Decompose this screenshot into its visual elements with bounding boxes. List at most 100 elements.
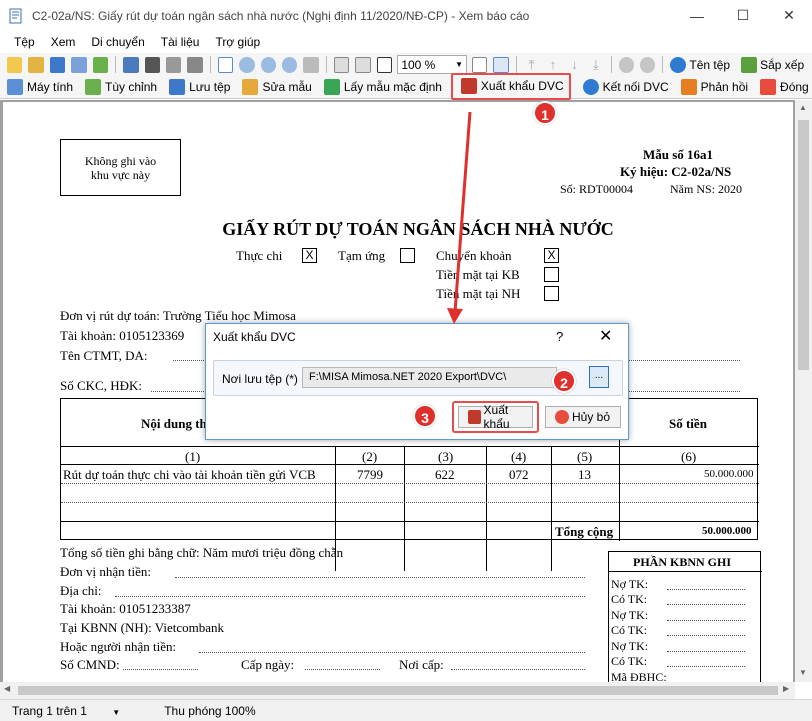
rename-file-label: Tên tệp xyxy=(689,57,731,72)
toolbar-primary: 100 % ▼ ⤒ ↑ ↓ ⤓ Tên tệp Sắp xếp xyxy=(0,53,812,76)
export-icon xyxy=(468,410,481,424)
scroll-right-icon[interactable]: ▶ xyxy=(783,684,789,693)
advance-label: Tạm ứng xyxy=(338,248,386,263)
next-page-icon[interactable]: ↓ xyxy=(567,57,582,73)
export-dvc-label: Xuất khẩu DVC xyxy=(480,79,564,93)
horizontal-scrollbar[interactable]: ◀ ▶ xyxy=(0,682,795,699)
first-page-icon[interactable]: ⤒ xyxy=(524,57,539,73)
browse-button[interactable]: ... xyxy=(589,366,609,388)
vertical-scrollbar[interactable]: ▲ ▼ xyxy=(795,100,812,682)
rename-file-button[interactable]: Tên tệp xyxy=(667,56,731,73)
close-report-button[interactable]: Đóng xyxy=(757,79,809,95)
menu-navigate[interactable]: Di chuyển xyxy=(91,35,144,49)
power-icon xyxy=(760,79,777,95)
kbnn-title: PHẦN KBNN GHI xyxy=(633,555,732,569)
kbnn-row-6: Có TK: xyxy=(611,654,648,668)
row1-col5: 13 xyxy=(578,467,591,482)
open-file-icon[interactable] xyxy=(28,56,44,73)
app-icon xyxy=(9,8,22,23)
zoom-value: 100 % xyxy=(401,57,436,72)
edit-template-button[interactable]: Sửa mẫu xyxy=(239,79,312,95)
save-file-button[interactable]: Lưu tệp xyxy=(166,79,230,95)
amount-in-words: Tổng số tiền ghi bằng chữ: Năm mươi triệ… xyxy=(60,545,344,560)
page-width-icon[interactable] xyxy=(333,56,350,73)
calculator-label: Máy tính xyxy=(27,80,74,94)
row1-amount: 50.000.000 xyxy=(704,468,754,480)
scroll-up-icon[interactable]: ▲ xyxy=(799,103,807,112)
calculator-button[interactable]: Máy tính xyxy=(4,79,73,95)
print-icon[interactable] xyxy=(144,56,160,73)
close-window-button[interactable]: ✕ xyxy=(766,0,812,31)
multi-page-icon[interactable] xyxy=(493,56,509,73)
print-preview-icon[interactable] xyxy=(123,56,139,73)
sort-label: Sắp xếp xyxy=(760,57,805,72)
dialog-close-button[interactable]: ✕ xyxy=(599,326,612,346)
zoom-select[interactable]: 100 % ▼ xyxy=(397,55,467,74)
previous-page-icon[interactable]: ↑ xyxy=(545,57,560,73)
maximize-button[interactable]: ☐ xyxy=(720,0,766,31)
row1-content: Rút dự toán thực chi vào tài khoản tiền … xyxy=(63,467,316,482)
help-icon[interactable]: ? xyxy=(556,329,563,344)
sort-button[interactable]: Sắp xếp xyxy=(738,56,805,73)
doc-title: GIẤY RÚT DỰ TOÁN NGÂN SÁCH NHÀ NƯỚC xyxy=(222,219,614,239)
zoom-in-icon[interactable] xyxy=(260,56,277,73)
export-button[interactable]: Xuất khẩu xyxy=(458,403,533,431)
menu-help[interactable]: Trợ giúp xyxy=(215,35,260,49)
minimize-button[interactable]: — xyxy=(674,0,720,31)
feedback-button[interactable]: Phản hồi xyxy=(678,79,748,95)
connect-dvc-button[interactable]: Kết nối DVC xyxy=(580,79,669,95)
folder-open-icon[interactable] xyxy=(7,56,23,73)
page-setup-icon[interactable] xyxy=(165,56,182,73)
find-icon[interactable] xyxy=(187,56,203,73)
whole-page-icon[interactable] xyxy=(355,56,371,73)
save-icon[interactable] xyxy=(49,56,66,73)
folder-path-input[interactable]: F:\MISA Mimosa.NET 2020 Export\DVC\ xyxy=(302,367,557,388)
customize-label: Tùy chỉnh xyxy=(105,80,158,94)
col-num-2: (2) xyxy=(362,449,378,464)
kbnn-row-5: Nợ TK: xyxy=(611,639,649,653)
or-person-label: Hoặc người nhận tiền: xyxy=(60,639,177,654)
page-indicator[interactable]: Trang 1 trên 1 ▼ xyxy=(12,704,142,718)
undo-icon xyxy=(323,79,340,95)
customize-button[interactable]: Tùy chỉnh xyxy=(82,79,157,95)
export-button-label: Xuất khẩu xyxy=(483,403,510,431)
save-file-icon xyxy=(169,79,186,95)
save-file-label: Lưu tệp xyxy=(189,80,231,94)
actual-size-icon[interactable] xyxy=(376,56,393,73)
scroll-down-icon[interactable]: ▼ xyxy=(799,668,807,677)
info-icon xyxy=(670,56,687,73)
export-dvc-button[interactable]: Xuất khẩu DVC xyxy=(450,72,571,100)
chevron-down-icon: ▼ xyxy=(112,707,121,717)
total-label: Tổng cộng xyxy=(555,524,614,539)
last-page-icon[interactable]: ⤓ xyxy=(588,57,603,73)
export-icon[interactable] xyxy=(71,56,87,73)
default-template-button[interactable]: Lấy mẫu mặc định xyxy=(321,79,442,95)
no-write-line-2: khu vực này xyxy=(90,167,151,182)
advance-checkbox xyxy=(400,248,415,263)
cancel-button[interactable]: Hủy bỏ xyxy=(545,406,621,428)
forward-icon[interactable] xyxy=(640,56,656,73)
hand-tool-icon[interactable] xyxy=(217,56,234,73)
zoom-out-icon[interactable] xyxy=(282,56,298,73)
title-bar: C2-02a/NS: Giấy rút dự toán ngân sách nh… xyxy=(0,0,812,31)
send-icon[interactable] xyxy=(92,56,109,73)
scroll-left-icon[interactable]: ◀ xyxy=(4,684,10,693)
vertical-scroll-thumb[interactable] xyxy=(798,120,809,370)
folder-label: Nơi lưu tệp (*) xyxy=(222,372,298,386)
zoom-icon[interactable] xyxy=(239,56,255,73)
menu-bar: Tệp Xem Di chuyển Tài liệu Trợ giúp xyxy=(0,31,812,53)
menu-file[interactable]: Tệp xyxy=(14,35,35,49)
single-page-icon[interactable] xyxy=(471,56,488,73)
zoom-fit-icon[interactable] xyxy=(303,56,319,73)
ckc-label: Số CKC, HĐK: xyxy=(60,378,142,393)
horizontal-scroll-thumb[interactable] xyxy=(18,686,778,695)
dialog-title: Xuất khẩu DVC xyxy=(213,330,296,344)
col-num-6: (6) xyxy=(681,449,697,464)
doc-number: Số: RDT00004 xyxy=(560,182,634,196)
customize-icon xyxy=(85,79,102,95)
back-icon[interactable] xyxy=(618,56,634,73)
annotation-badge-3: 3 xyxy=(413,404,437,428)
issue-place-label: Nơi cấp: xyxy=(399,657,444,672)
menu-document[interactable]: Tài liệu xyxy=(161,35,200,49)
menu-view[interactable]: Xem xyxy=(51,35,76,49)
